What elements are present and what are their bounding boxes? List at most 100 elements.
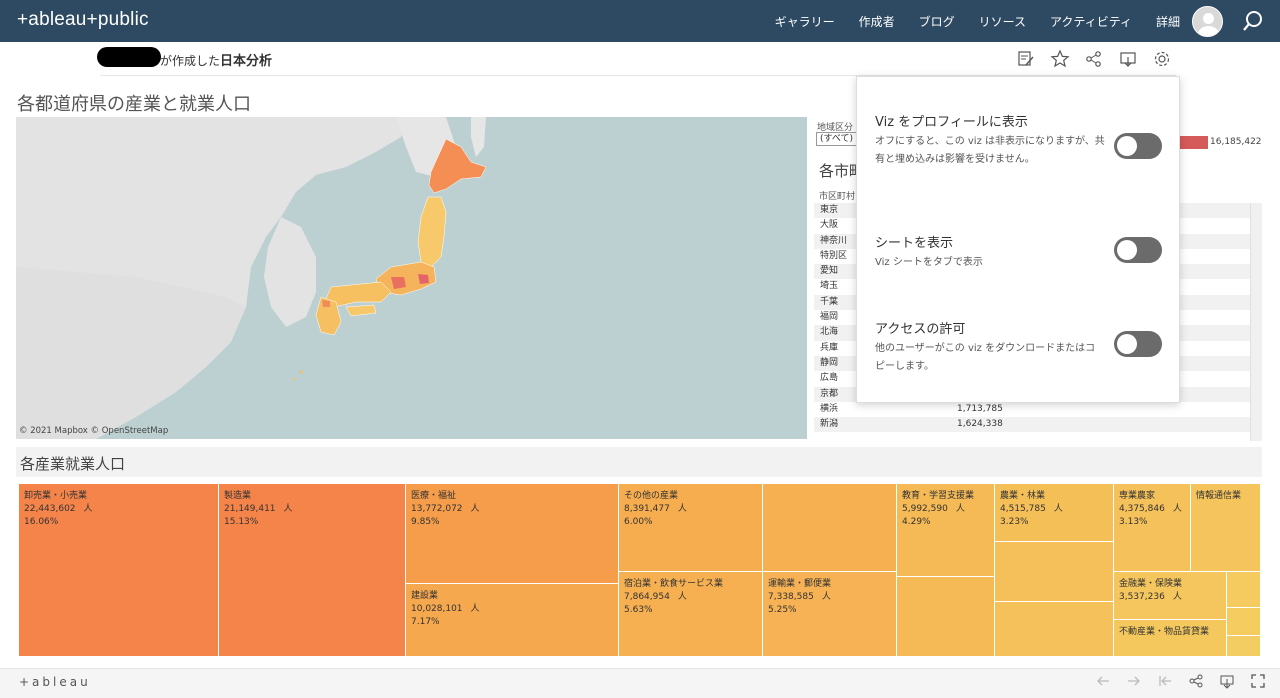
- industry-workers-unit: 人: [821, 592, 831, 602]
- setting-allow-access: アクセスの許可 他のユーザーがこの viz をダウンロードまたはコピーします。: [875, 318, 1105, 376]
- treemap-cell[interactable]: 不動産業・物品賃貸業: [1114, 620, 1227, 657]
- industry-workers: 13,772,072 人: [411, 503, 618, 516]
- show-on-profile-toggle[interactable]: [1114, 133, 1162, 159]
- treemap-cell-label: 運輸業・郵便業 7,338,585 人 5.25%: [763, 572, 896, 617]
- nav-item-gallery[interactable]: ギャラリー: [775, 13, 835, 30]
- city-table-row[interactable]: 新潟 1,624,338: [814, 417, 1250, 433]
- undo-icon[interactable]: [1095, 673, 1111, 689]
- industry-workers-unit: 人: [955, 504, 965, 514]
- nav-item-resources[interactable]: リソース: [979, 13, 1026, 30]
- revert-icon[interactable]: [1157, 673, 1173, 689]
- treemap-cell[interactable]: [1227, 636, 1261, 657]
- city-table-row[interactable]: 横浜 1,713,785: [814, 402, 1250, 417]
- city-name: 横浜: [820, 403, 839, 414]
- city-name: 広島: [820, 373, 839, 384]
- allow-access-toggle[interactable]: [1114, 331, 1162, 357]
- author-suffix: が作成した: [160, 54, 221, 68]
- region-filter-select[interactable]: (すべて): [816, 132, 860, 146]
- top-nav-bar: +ableau+public ギャラリー 作成者 ブログ リソース アクティビテ…: [0, 0, 1280, 42]
- avatar-body: [1198, 26, 1219, 36]
- city-column-header: 市区町村: [819, 192, 856, 202]
- treemap-cell-label: [995, 542, 1113, 548]
- industry-percent: 6.00%: [624, 517, 653, 527]
- treemap-cell[interactable]: 卸売業・小売業 22,443,602 人 16.06%: [19, 484, 219, 657]
- treemap-cell[interactable]: 製造業 21,149,411 人 15.13%: [219, 484, 406, 657]
- fullscreen-icon[interactable]: [1250, 673, 1266, 689]
- city-name: 千葉: [820, 296, 839, 307]
- treemap-cell[interactable]: [1227, 572, 1261, 608]
- city-table-scrollbar[interactable]: [1250, 203, 1262, 441]
- download-icon[interactable]: [1219, 673, 1235, 689]
- treemap-cell[interactable]: その他の産業 8,391,477 人 6.00%: [619, 484, 763, 572]
- map-canvas: [16, 117, 487, 439]
- industry-treemap[interactable]: 卸売業・小売業 22,443,602 人 16.06% 製造業 21,149,411 人 15…: [19, 484, 1261, 657]
- nav-item-activity[interactable]: アクティビティ: [1050, 13, 1132, 30]
- industry-workers-value: 5,992,590: [902, 504, 948, 514]
- map-credit: © 2021 Mapbox © OpenStreetMap: [19, 426, 169, 436]
- treemap-cell-label: [1227, 636, 1260, 642]
- industry-workers-unit: 人: [677, 592, 687, 602]
- industry-workers-value: 4,375,846: [1119, 504, 1165, 514]
- industry-percent: 5.63%: [624, 605, 653, 615]
- tableau-public-logo[interactable]: +ableau+public: [17, 9, 149, 31]
- user-avatar[interactable]: [1192, 6, 1223, 37]
- search-icon[interactable]: [1242, 9, 1264, 33]
- city-table-row[interactable]: [814, 432, 1250, 441]
- edit-details-icon[interactable]: [1016, 49, 1036, 69]
- setting-show-sheets: シートを表示 Viz シートをタブで表示: [875, 232, 1105, 272]
- city-table-title: 各市町村: [819, 162, 857, 180]
- nav-item-blog[interactable]: ブログ: [919, 13, 955, 30]
- treemap-cell-label: 建設業 10,028,101 人 7.17%: [406, 584, 618, 629]
- nav-item-more[interactable]: 詳細: [1156, 13, 1180, 30]
- tableau-footer-logo[interactable]: +ableau: [19, 675, 91, 689]
- industry-workers: 7,864,954 人: [624, 591, 762, 604]
- footer-toolbar: [1080, 673, 1266, 689]
- korea-peninsula: [264, 217, 316, 327]
- nav-item-authors[interactable]: 作成者: [859, 13, 895, 30]
- treemap-cell[interactable]: [995, 602, 1114, 657]
- industry-name: 農業・林業: [1000, 491, 1046, 501]
- city-value: 1,624,338: [957, 419, 1003, 430]
- treemap-cell[interactable]: 医療・福祉 13,772,072 人 9.85%: [406, 484, 619, 584]
- treemap-cell-label: [995, 602, 1113, 608]
- avatar-head: [1203, 13, 1214, 24]
- share-icon[interactable]: [1084, 49, 1104, 69]
- download-icon[interactable]: [1118, 49, 1138, 69]
- share-icon[interactable]: [1188, 673, 1204, 689]
- treemap-cell-label: その他の産業 8,391,477 人 6.00%: [619, 484, 762, 529]
- industry-workers-unit: 人: [677, 504, 687, 514]
- treemap-cell[interactable]: 農業・林業 4,515,785 人 3.23%: [995, 484, 1114, 542]
- treemap-cell-label: 医療・福祉 13,772,072 人 9.85%: [406, 484, 618, 529]
- city-name: 東京: [820, 205, 839, 215]
- city-name: 福岡: [820, 312, 839, 323]
- industry-workers-value: 4,515,785: [1000, 504, 1046, 514]
- treemap-cell[interactable]: 運輸業・郵便業 7,338,585 人 5.25%: [763, 572, 897, 657]
- show-sheets-toggle[interactable]: [1114, 237, 1162, 263]
- treemap-cell[interactable]: [763, 484, 897, 572]
- treemap-cell[interactable]: 建設業 10,028,101 人 7.17%: [406, 584, 619, 657]
- treemap-cell[interactable]: 金融業・保険業 3,537,236 人: [1114, 572, 1227, 620]
- redacted-author-name: [97, 47, 161, 67]
- setting-title: Viz をプロフィールに表示: [875, 115, 1028, 130]
- redo-icon[interactable]: [1126, 673, 1142, 689]
- prefecture-map[interactable]: © 2021 Mapbox © OpenStreetMap: [16, 117, 807, 439]
- fukuoka: [322, 300, 330, 307]
- treemap-cell[interactable]: [995, 542, 1114, 602]
- treemap-cell[interactable]: 教育・学習支援業 5,992,590 人 4.29%: [897, 484, 995, 577]
- treemap-cell[interactable]: 専業農家 4,375,846 人 3.13%: [1114, 484, 1191, 572]
- industry-name: 教育・学習支援業: [902, 491, 975, 501]
- industry-workers: 8,391,477 人: [624, 503, 762, 516]
- treemap-cell[interactable]: 情報通信業: [1191, 484, 1261, 572]
- treemap-cell[interactable]: 宿泊業・飲食サービス業 7,864,954 人 5.63%: [619, 572, 763, 657]
- favorite-star-icon[interactable]: [1050, 49, 1070, 69]
- treemap-cell-label: 製造業 21,149,411 人 15.13%: [219, 484, 405, 529]
- treemap-cell[interactable]: [1227, 608, 1261, 636]
- treemap-cell[interactable]: [897, 577, 995, 657]
- legend-max-value: 16,185,422: [1210, 137, 1262, 147]
- viz-toolbar: [1016, 49, 1186, 69]
- settings-gear-icon[interactable]: [1152, 49, 1172, 69]
- industry-name: その他の産業: [624, 491, 679, 501]
- industry-name: 金融業・保険業: [1119, 579, 1183, 589]
- toggle-knob: [1117, 334, 1137, 354]
- industry-name: 専業農家: [1119, 491, 1156, 501]
